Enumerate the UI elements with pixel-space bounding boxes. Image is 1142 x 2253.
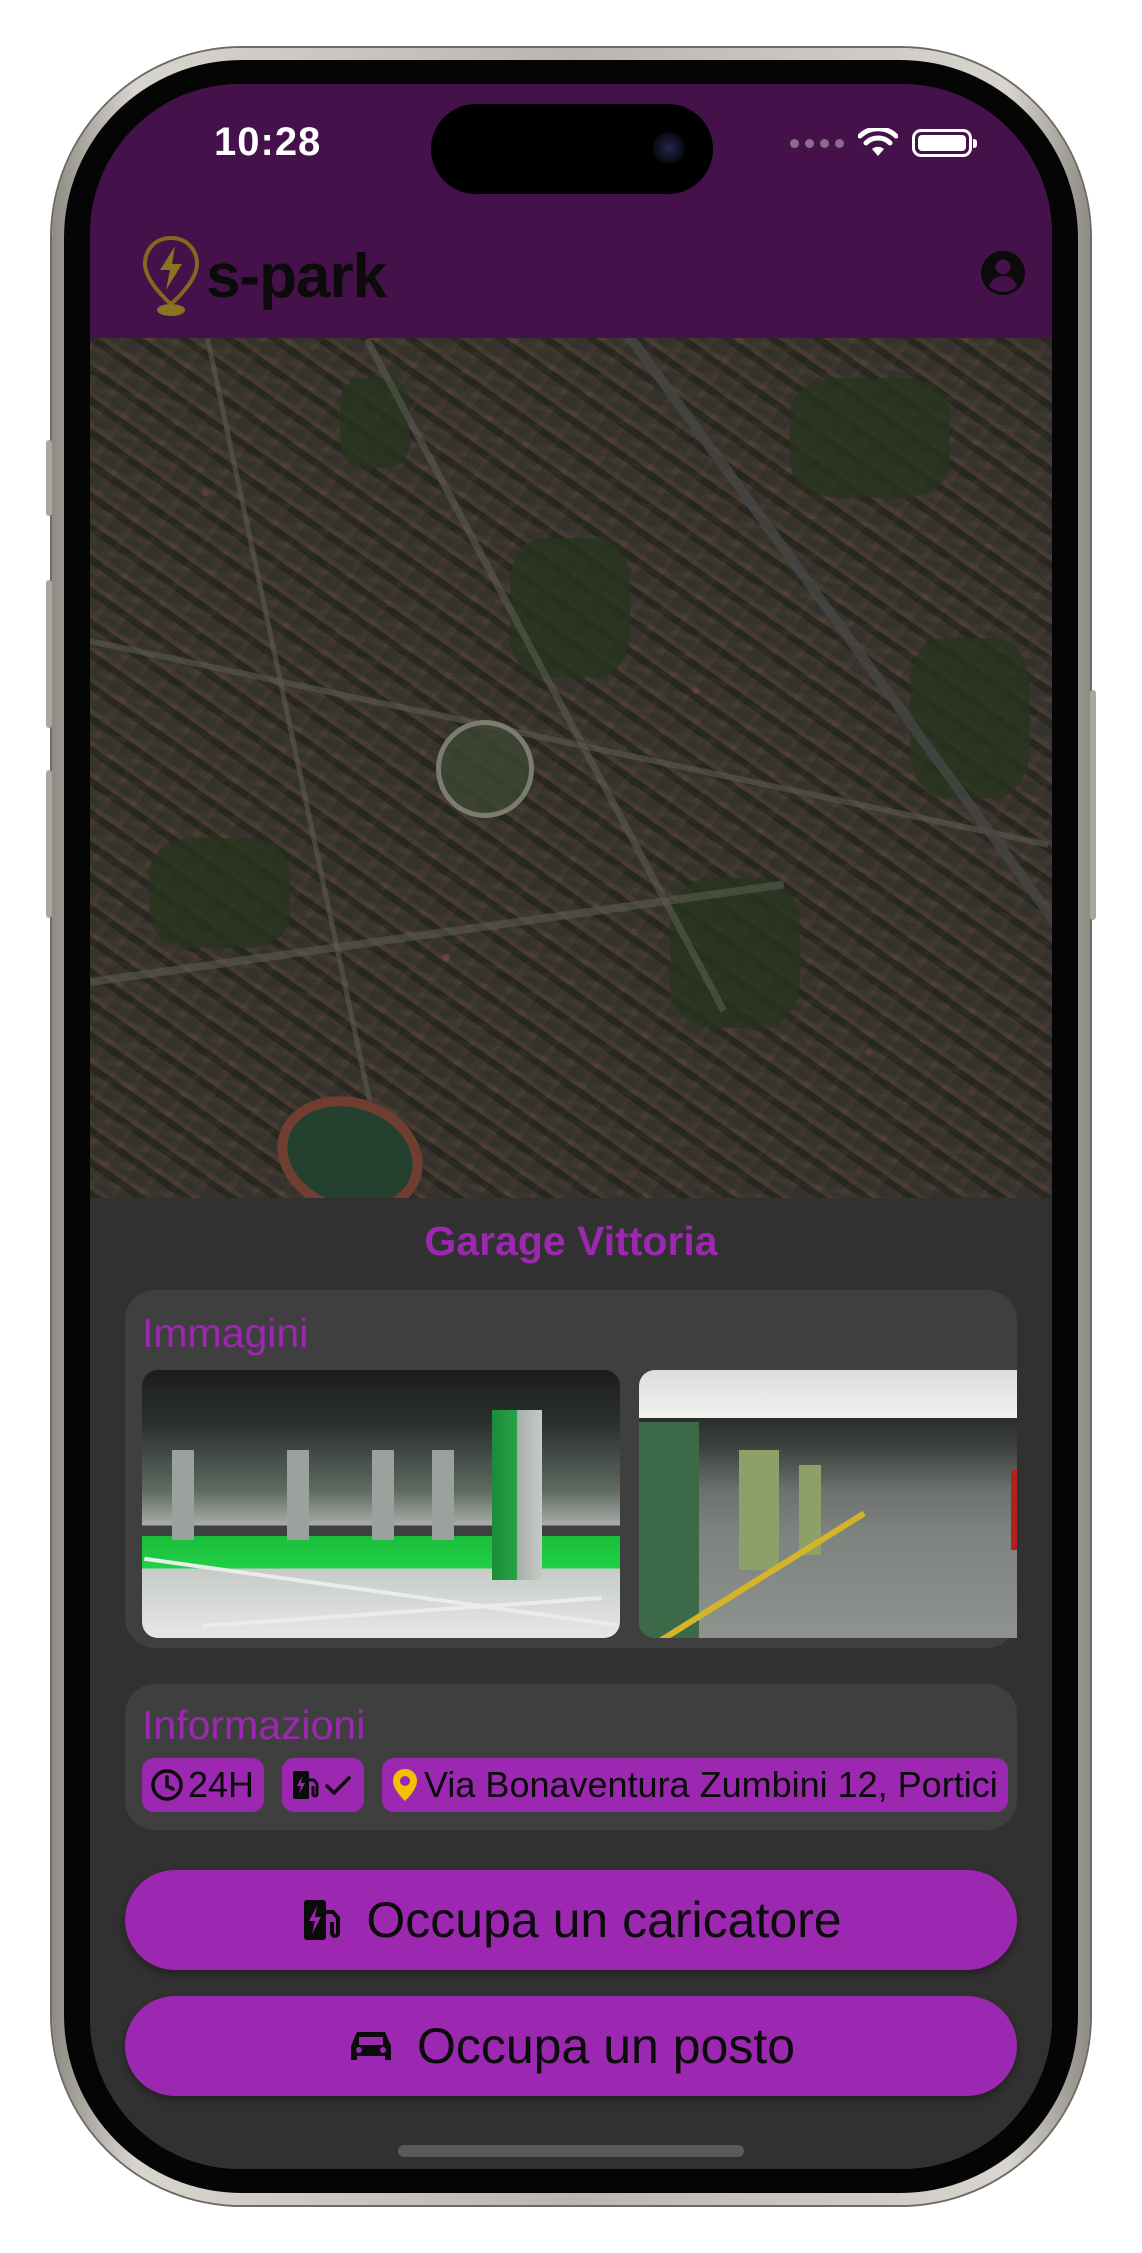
occupy-charger-label: Occupa un caricatore bbox=[366, 1892, 842, 1948]
status-icons bbox=[790, 128, 977, 158]
side-button bbox=[1090, 690, 1096, 920]
car-icon bbox=[350, 2032, 391, 2060]
app-screen: 10:28 s-park Garage Vittoria Immagini In… bbox=[90, 84, 1052, 2169]
map-park bbox=[510, 538, 630, 678]
info-card: Informazioni 24H Via Bonaventura Zumbini… bbox=[125, 1684, 1017, 1830]
status-time: 10:28 bbox=[214, 120, 322, 164]
map-park bbox=[340, 378, 410, 468]
occupy-spot-button[interactable]: Occupa un posto bbox=[125, 1996, 1017, 2096]
app-name: s-park bbox=[206, 241, 387, 311]
address-chip: Via Bonaventura Zumbini 12, Portici bbox=[382, 1758, 1008, 1812]
charging-chip bbox=[282, 1758, 365, 1812]
info-chips[interactable]: 24H Via Bonaventura Zumbini 12, Portici bbox=[142, 1758, 1017, 1814]
battery-icon bbox=[912, 129, 977, 157]
hours-label: 24H bbox=[188, 1764, 255, 1805]
satellite-map[interactable] bbox=[90, 338, 1052, 1198]
map-piazza bbox=[436, 720, 534, 818]
wifi-icon bbox=[858, 128, 898, 156]
location-pin-icon bbox=[393, 1769, 418, 1801]
map-park bbox=[790, 378, 950, 498]
cellular-signal-icon bbox=[790, 138, 844, 148]
volume-up-button bbox=[46, 580, 52, 728]
occupy-charger-button[interactable]: Occupa un caricatore bbox=[125, 1870, 1017, 1970]
map-park bbox=[150, 838, 290, 948]
clock-icon bbox=[151, 1769, 183, 1801]
app-header: 10:28 s-park bbox=[90, 84, 1052, 338]
hours-chip: 24H bbox=[142, 1758, 265, 1812]
dynamic-island bbox=[431, 104, 713, 194]
occupy-spot-label: Occupa un posto bbox=[416, 2018, 796, 2074]
home-indicator[interactable] bbox=[398, 2145, 744, 2157]
ev-station-icon bbox=[304, 1900, 341, 1940]
info-section-title: Informazioni bbox=[142, 1702, 366, 1748]
images-carousel[interactable] bbox=[142, 1370, 1017, 1638]
volume-down-button bbox=[46, 770, 52, 918]
map-road bbox=[363, 338, 727, 1013]
app-logo: s-park bbox=[140, 234, 387, 318]
check-icon bbox=[325, 1776, 351, 1795]
ev-station-icon bbox=[293, 1771, 319, 1799]
map-park bbox=[910, 638, 1030, 798]
charging-location-pin-icon bbox=[142, 235, 200, 316]
garage-image-2[interactable] bbox=[639, 1370, 1017, 1638]
map-stadium bbox=[261, 1077, 439, 1198]
address-label: Via Bonaventura Zumbini 12, Portici bbox=[424, 1764, 998, 1805]
action-button bbox=[46, 440, 52, 516]
garage-image-1[interactable] bbox=[142, 1370, 620, 1638]
front-camera-icon bbox=[653, 132, 685, 164]
images-card: Immagini bbox=[125, 1290, 1017, 1648]
garage-name: Garage Vittoria bbox=[424, 1218, 718, 1264]
account-circle-icon[interactable] bbox=[980, 250, 1026, 296]
images-section-title: Immagini bbox=[142, 1310, 309, 1356]
